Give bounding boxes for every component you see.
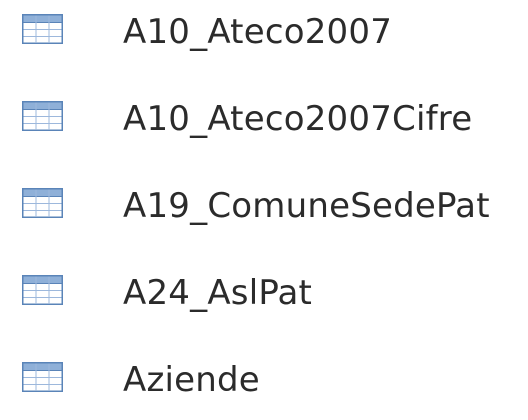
table-icon xyxy=(22,188,63,218)
nav-item-table[interactable]: A10_Ateco2007Cifre xyxy=(0,99,528,159)
nav-item-table[interactable]: A19_ComuneSedePat xyxy=(0,186,528,246)
table-icon xyxy=(22,275,63,305)
navigation-pane-table-list: A10_Ateco2007 A10_Ateco2007Cifre A19_Com… xyxy=(0,0,528,407)
table-icon xyxy=(22,362,63,392)
nav-item-label: A10_Ateco2007 xyxy=(123,12,393,52)
nav-item-label: Aziende xyxy=(123,360,260,400)
nav-item-label: A10_Ateco2007Cifre xyxy=(123,99,473,139)
nav-item-label: A19_ComuneSedePat xyxy=(123,186,490,226)
nav-item-table[interactable]: A24_AslPat xyxy=(0,273,528,333)
table-icon xyxy=(22,14,63,44)
table-icon xyxy=(22,101,63,131)
nav-item-table[interactable]: Aziende xyxy=(0,360,528,420)
nav-item-table[interactable]: A10_Ateco2007 xyxy=(0,12,528,72)
nav-item-label: A24_AslPat xyxy=(123,273,313,313)
